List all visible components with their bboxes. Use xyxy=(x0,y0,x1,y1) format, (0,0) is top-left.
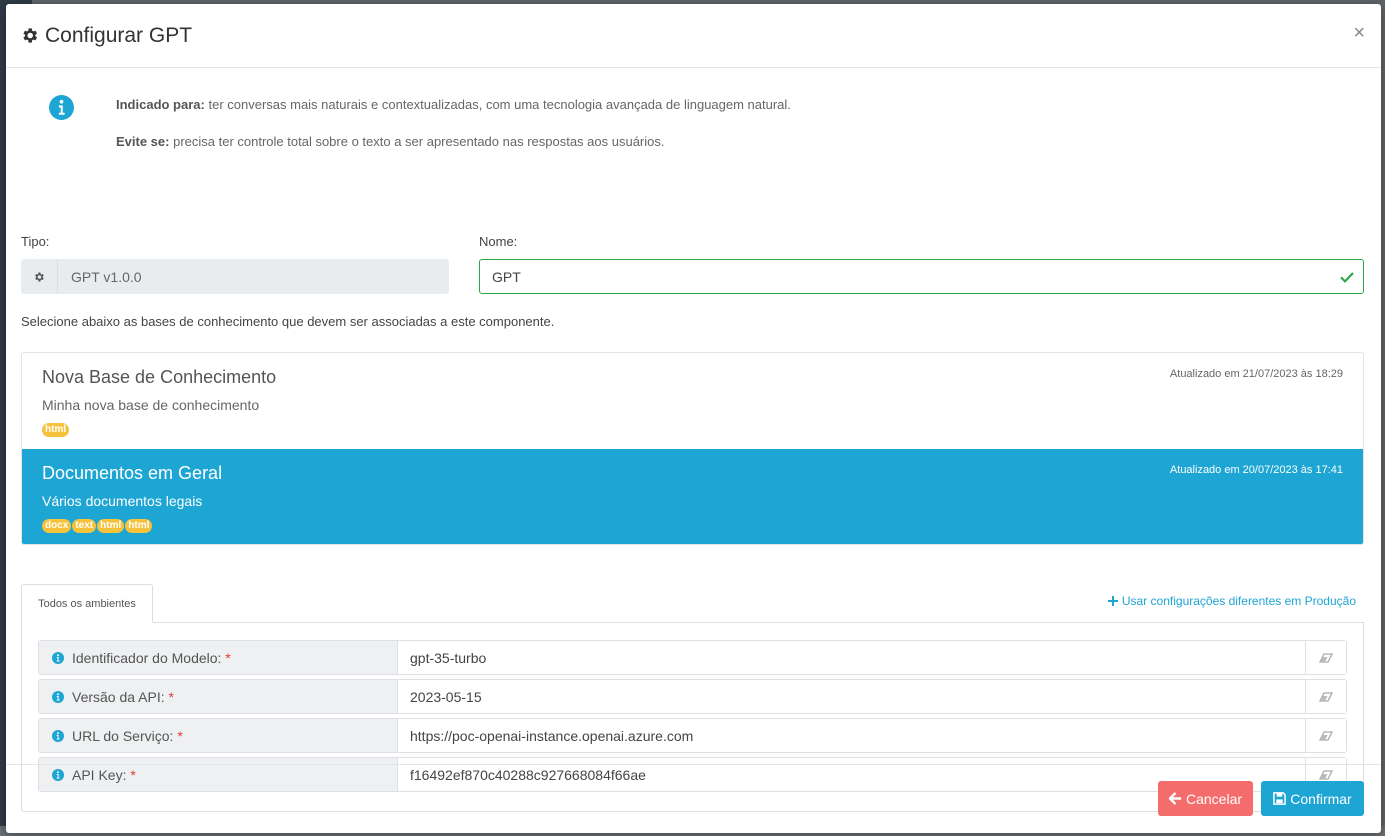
info-avoid: Evite se: precisa ter controle total sob… xyxy=(116,134,664,149)
info-circle-icon xyxy=(52,690,64,703)
config-label-name: URL do Serviço: xyxy=(72,727,174,744)
arrow-left-icon xyxy=(1168,792,1182,805)
production-config-link-text: Usar configurações diferentes em Produçã… xyxy=(1121,594,1356,608)
info-avoid-text: precisa ter controle total sobre o texto… xyxy=(169,134,665,149)
info-indicated: Indicado para: ter conversas mais natura… xyxy=(116,97,791,112)
kb-description: Vários documentos legais xyxy=(42,493,203,509)
check-icon xyxy=(1340,272,1354,283)
save-icon xyxy=(1273,792,1287,805)
knowledge-base-list: Nova Base de Conhecimento Minha nova bas… xyxy=(21,352,1364,545)
gear-icon xyxy=(23,28,38,43)
kb-tags: html xyxy=(42,423,1343,437)
tab-all-environments[interactable]: Todos os ambientes xyxy=(21,584,153,623)
cancel-button[interactable]: Cancelar xyxy=(1158,781,1253,816)
nome-value: GPT xyxy=(492,268,521,285)
config-label-name: Versão da API: xyxy=(72,688,165,705)
cancel-button-label: Cancelar xyxy=(1185,790,1243,807)
production-config-link[interactable]: Usar configurações diferentes em Produçã… xyxy=(1107,594,1356,608)
config-row-model: Identificador do Modelo: * gpt-35-turbo xyxy=(38,640,1347,675)
kb-tags: docx text html html xyxy=(42,519,1343,533)
required-mark: * xyxy=(225,649,231,666)
info-indicated-label: Indicado para: xyxy=(116,97,205,112)
tipo-value: GPT v1.0.0 xyxy=(71,268,142,285)
config-value-input[interactable]: gpt-35-turbo xyxy=(398,641,1305,674)
config-value-input[interactable]: 2023-05-15 xyxy=(398,680,1305,713)
knowledge-base-item-selected[interactable]: Documentos em Geral Vários documentos le… xyxy=(22,449,1363,544)
config-label: URL do Serviço: * xyxy=(39,719,398,752)
kb-tag: html xyxy=(125,519,153,533)
close-button[interactable]: × xyxy=(1353,23,1365,43)
knowledge-base-item[interactable]: Nova Base de Conhecimento Minha nova bas… xyxy=(22,353,1363,449)
dialog-title: Configurar GPT xyxy=(20,24,192,48)
info-avoid-label: Evite se: xyxy=(116,134,170,149)
eraser-icon xyxy=(1319,730,1333,741)
nome-input[interactable]: GPT xyxy=(479,259,1364,294)
knowledge-hint: Selecione abaixo as bases de conheciment… xyxy=(21,314,555,329)
info-circle-icon xyxy=(52,651,64,664)
config-label-text: URL do Serviço: * xyxy=(72,728,183,744)
info-circle-icon xyxy=(49,95,74,120)
kb-title: Nova Base de Conhecimento xyxy=(42,367,277,387)
kb-tag: docx xyxy=(42,519,72,533)
kb-updated: Atualizado em 21/07/2023 às 18:29 xyxy=(1169,368,1343,380)
config-row-service-url: URL do Serviço: * https://poc-openai-ins… xyxy=(38,718,1347,753)
kb-description: Minha nova base de conhecimento xyxy=(42,397,260,413)
plus-icon xyxy=(1107,596,1118,606)
tipo-addon xyxy=(21,259,58,294)
eraser-icon xyxy=(1319,691,1333,702)
gear-icon xyxy=(35,272,44,281)
info-box: Indicado para: ter conversas mais natura… xyxy=(21,68,1364,168)
tipo-field: GPT v1.0.0 xyxy=(21,259,449,294)
clear-button[interactable] xyxy=(1305,641,1346,674)
dialog-footer: Cancelar Confirmar xyxy=(6,764,1381,833)
info-indicated-text: ter conversas mais naturais e contextual… xyxy=(204,97,791,112)
config-label-name: Identificador do Modelo: xyxy=(72,649,222,666)
kb-tag: text xyxy=(72,519,97,533)
eraser-icon xyxy=(1319,652,1333,663)
clear-button[interactable] xyxy=(1305,719,1346,752)
required-mark: * xyxy=(168,688,174,705)
config-value-input[interactable]: https://poc-openai-instance.openai.azure… xyxy=(398,719,1305,752)
dialog-body: Indicado para: ter conversas mais natura… xyxy=(6,68,1381,812)
confirm-button-label: Confirmar xyxy=(1290,790,1352,807)
tipo-label: Tipo: xyxy=(21,234,50,249)
config-label-text: Versão da API: * xyxy=(72,689,174,705)
config-label: Versão da API: * xyxy=(39,680,398,713)
config-label: Identificador do Modelo: * xyxy=(39,641,398,674)
confirm-button[interactable]: Confirmar xyxy=(1261,781,1364,816)
info-circle-icon xyxy=(52,729,64,742)
config-label-text: Identificador do Modelo: * xyxy=(72,650,231,666)
dialog-header: Configurar GPT × xyxy=(6,4,1381,68)
kb-tag: html xyxy=(97,519,125,533)
configure-gpt-dialog: Configurar GPT × Indicado para: ter conv… xyxy=(6,4,1381,833)
kb-title: Documentos em Geral xyxy=(42,463,223,483)
clear-button[interactable] xyxy=(1305,680,1346,713)
kb-tag: html xyxy=(42,423,70,437)
config-row-api-version: Versão da API: * 2023-05-15 xyxy=(38,679,1347,714)
nome-label: Nome: xyxy=(479,234,518,249)
required-mark: * xyxy=(177,727,183,744)
kb-updated: Atualizado em 20/07/2023 às 17:41 xyxy=(1169,464,1343,476)
dialog-title-text: Configurar GPT xyxy=(45,23,193,47)
